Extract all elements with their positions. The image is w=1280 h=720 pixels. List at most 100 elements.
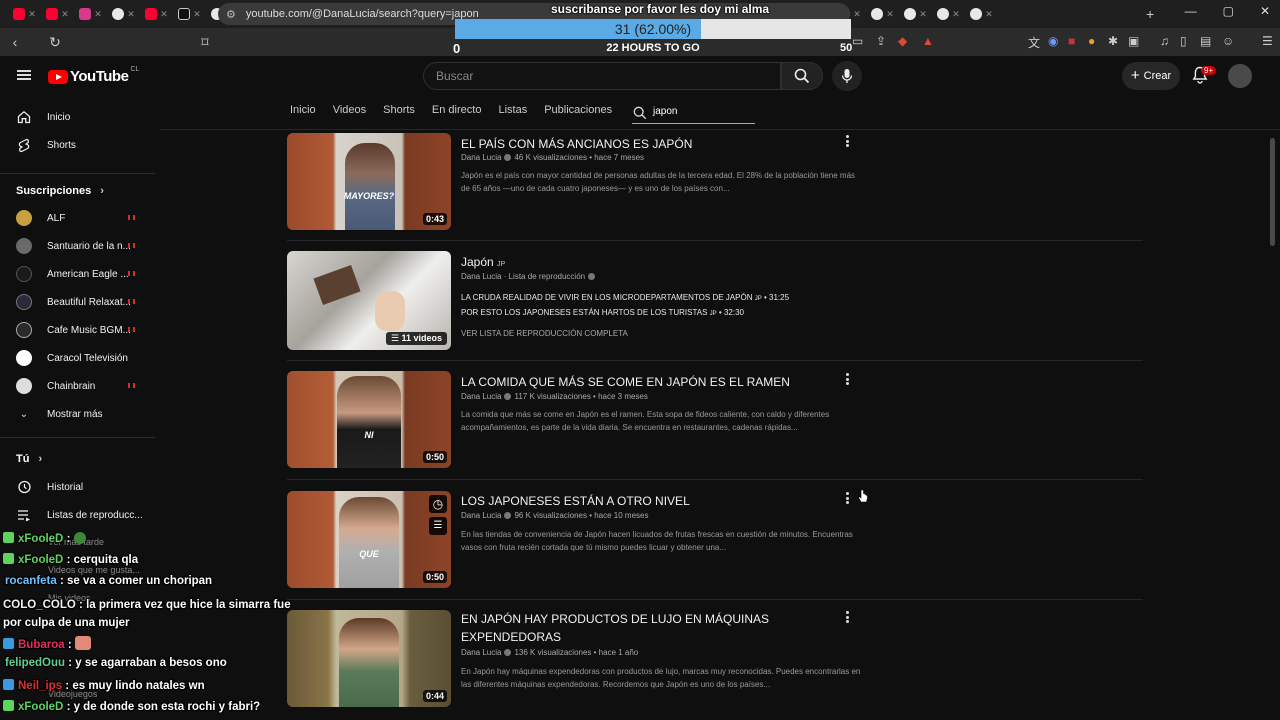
- sidebar-sub-item[interactable]: Cafe Music BGM...: [0, 316, 155, 344]
- sidebar-sub-item[interactable]: Santuario de la n...: [0, 232, 155, 260]
- video-row[interactable]: 0:44 EN JAPÓN HAY PRODUCTOS DE LUJO EN M…: [287, 610, 1143, 707]
- tab-inicio[interactable]: Inicio: [290, 104, 316, 124]
- browser-tab[interactable]: ✕: [41, 3, 74, 25]
- tab-videos[interactable]: Videos: [333, 104, 366, 124]
- close-tab-icon[interactable]: ✕: [61, 9, 69, 20]
- video-thumbnail[interactable]: 0:44: [287, 610, 451, 707]
- close-tab-icon[interactable]: ✕: [886, 9, 894, 20]
- menu-icon[interactable]: ☰: [1262, 34, 1273, 48]
- media-icon[interactable]: ♫: [1160, 34, 1169, 48]
- more-options-icon[interactable]: [845, 373, 851, 385]
- video-title[interactable]: LA COMIDA QUE MÁS SE COME EN JAPÓN ES EL…: [461, 373, 861, 391]
- channel-name[interactable]: Dana Lucia: [461, 648, 501, 657]
- share-icon[interactable]: ⇪: [876, 34, 886, 48]
- video-title[interactable]: EN JAPÓN HAY PRODUCTOS DE LUJO EN MÁQUIN…: [461, 610, 791, 646]
- tab-shorts[interactable]: Shorts: [383, 104, 415, 124]
- browser-tab[interactable]: ✕: [173, 3, 206, 25]
- close-window-button[interactable]: ✕: [1260, 4, 1270, 18]
- video-row[interactable]: QUE ◷ ☰ 0:50 LOS JAPONESES ESTÁN A OTRO …: [287, 491, 1143, 588]
- sidebar-sub-item[interactable]: ALF: [0, 204, 155, 232]
- video-row[interactable]: MAYORES? 0:43 EL PAÍS CON MÁS ANCIANOS E…: [287, 133, 1143, 230]
- playlist-item[interactable]: LA CRUDA REALIDAD DE VIVIR EN LOS MICROD…: [461, 293, 789, 302]
- video-row[interactable]: NI 0:50 LA COMIDA QUE MÁS SE COME EN JAP…: [287, 371, 1143, 468]
- sidebar-sub-item[interactable]: Caracol Televisión: [0, 344, 155, 372]
- new-tab-button[interactable]: +: [1146, 6, 1154, 22]
- sidebar-item-playlists[interactable]: Listas de reproducc...: [0, 501, 155, 529]
- sidebar-sub-item[interactable]: Chainbrain: [0, 372, 155, 400]
- close-tab-icon[interactable]: ✕: [127, 9, 135, 20]
- playlist-thumbnail[interactable]: ☰ 11 videos: [287, 251, 451, 350]
- close-tab-icon[interactable]: ✕: [160, 9, 168, 20]
- close-tab-icon[interactable]: ✕: [28, 9, 36, 20]
- sidebar-item-shorts[interactable]: Shorts: [0, 131, 155, 159]
- browser-tab[interactable]: ✕: [866, 3, 899, 25]
- search-button[interactable]: [781, 62, 823, 90]
- view-full-playlist-link[interactable]: VER LISTA DE REPRODUCCIÓN COMPLETA: [461, 329, 628, 338]
- screenshot-icon[interactable]: ▣: [1128, 34, 1139, 48]
- playlist-row[interactable]: ☰ 11 videos Japón JP Dana Lucia · Lista …: [287, 251, 1143, 350]
- extension-icon[interactable]: ◉: [1048, 34, 1058, 48]
- video-title[interactable]: LOS JAPONESES ESTÁN A OTRO NIVEL: [461, 492, 861, 510]
- more-options-icon[interactable]: [845, 492, 851, 504]
- browser-tab[interactable]: ✕: [140, 3, 173, 25]
- channel-name[interactable]: Dana Lucia: [461, 511, 501, 520]
- extensions-puzzle-icon[interactable]: ✱: [1108, 34, 1118, 48]
- voice-search-button[interactable]: [832, 61, 862, 91]
- site-info-icon[interactable]: ⚙: [226, 8, 236, 21]
- channel-name[interactable]: Dana Lucia: [461, 272, 501, 281]
- close-tab-icon[interactable]: ✕: [952, 9, 960, 20]
- extension-icon[interactable]: ■: [1068, 34, 1075, 48]
- back-arrow-icon[interactable]: ‹: [2, 34, 28, 50]
- profile-icon[interactable]: ☺: [1222, 34, 1234, 48]
- hamburger-menu-icon[interactable]: [17, 70, 31, 80]
- playlist-item[interactable]: POR ESTO LOS JAPONESES ESTÁN HARTOS DE L…: [461, 308, 744, 317]
- close-tab-icon[interactable]: ✕: [919, 9, 927, 20]
- sidebar-sub-item[interactable]: Beautiful Relaxat...: [0, 288, 155, 316]
- more-options-icon[interactable]: [845, 611, 851, 623]
- tab-publicaciones[interactable]: Publicaciones: [544, 104, 612, 124]
- wallet-icon[interactable]: ▤: [1200, 34, 1211, 48]
- sidebar-toggle-icon[interactable]: ▯: [1180, 34, 1187, 48]
- extension-icon[interactable]: ●: [1088, 34, 1095, 48]
- watch-later-icon[interactable]: ◷: [429, 495, 447, 513]
- channel-name[interactable]: Dana Lucia: [461, 153, 501, 162]
- sidebar-sub-item[interactable]: American Eagle ...: [0, 260, 155, 288]
- minimize-button[interactable]: —: [1185, 4, 1197, 18]
- browser-tab[interactable]: ✕: [8, 3, 41, 25]
- rewards-icon[interactable]: ▲: [922, 34, 934, 48]
- brave-shield-icon[interactable]: ◆: [898, 34, 907, 48]
- channel-search-input[interactable]: japon: [632, 104, 755, 124]
- search-icon[interactable]: [633, 106, 647, 120]
- playlist-title[interactable]: Japón JP: [461, 253, 861, 274]
- more-options-icon[interactable]: [845, 135, 851, 147]
- close-tab-icon[interactable]: ✕: [193, 9, 201, 20]
- search-input[interactable]: Buscar: [423, 62, 781, 90]
- close-tab-icon[interactable]: ✕: [94, 9, 102, 20]
- sidebar-item-inicio[interactable]: Inicio: [0, 103, 155, 131]
- tab-listas[interactable]: Listas: [498, 104, 527, 124]
- account-avatar[interactable]: [1228, 64, 1252, 88]
- channel-name[interactable]: Dana Lucia: [461, 392, 501, 401]
- browser-tab[interactable]: ✕: [899, 3, 932, 25]
- video-thumbnail[interactable]: NI 0:50: [287, 371, 451, 468]
- browser-tab[interactable]: ✕: [965, 3, 998, 25]
- you-heading[interactable]: Tú ›: [16, 453, 42, 465]
- create-button[interactable]: + Crear: [1122, 62, 1180, 90]
- browser-tab[interactable]: ✕: [932, 3, 965, 25]
- add-to-queue-icon[interactable]: ☰: [429, 517, 447, 535]
- video-thumbnail[interactable]: MAYORES? 0:43: [287, 133, 451, 230]
- video-thumbnail[interactable]: QUE ◷ ☰ 0:50: [287, 491, 451, 588]
- cast-icon[interactable]: ▭: [852, 34, 863, 48]
- youtube-logo[interactable]: YouTube CL: [48, 66, 139, 85]
- browser-tab[interactable]: ✕: [107, 3, 140, 25]
- video-title[interactable]: EL PAÍS CON MÁS ANCIANOS ES JAPÓN: [461, 135, 861, 153]
- subscriptions-heading[interactable]: Suscripciones ›: [16, 185, 104, 197]
- bookmark-icon[interactable]: ⌑: [192, 34, 218, 51]
- translate-icon[interactable]: 文: [1028, 34, 1040, 51]
- browser-tab[interactable]: ✕: [74, 3, 107, 25]
- maximize-button[interactable]: ▢: [1223, 4, 1234, 18]
- page-scrollbar[interactable]: [1270, 138, 1275, 246]
- close-tab-icon[interactable]: ✕: [985, 9, 993, 20]
- reload-icon[interactable]: ↻: [42, 34, 68, 51]
- show-more-button[interactable]: ⌄ Mostrar más: [0, 400, 155, 428]
